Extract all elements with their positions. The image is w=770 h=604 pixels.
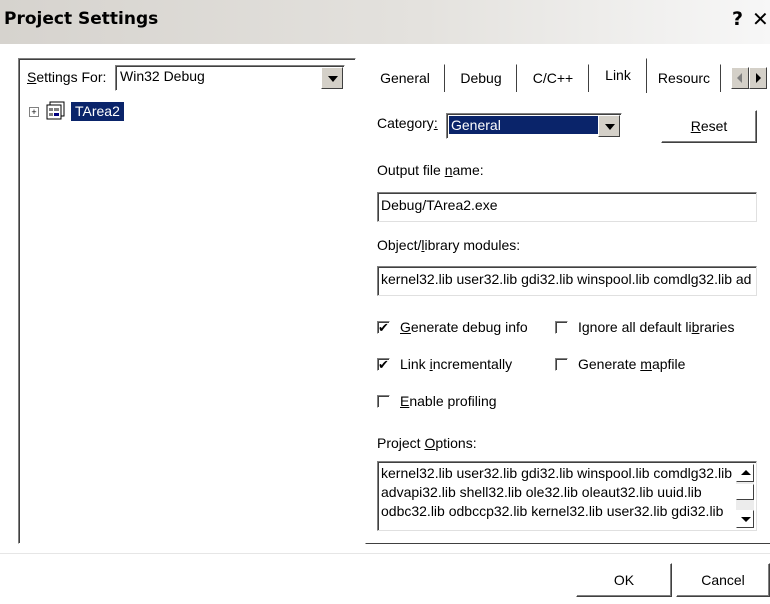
tree-item-tarea2[interactable]: TArea2 (71, 102, 124, 121)
chevron-down-icon[interactable] (321, 67, 343, 89)
tree-expand-button[interactable]: + (29, 107, 39, 117)
scroll-down-icon[interactable] (736, 510, 754, 528)
category-label: Category: (377, 115, 438, 131)
title-bar[interactable]: Project Settings ? ✕ (0, 0, 770, 44)
ok-button[interactable]: OK (576, 563, 672, 597)
enable-profiling-label[interactable]: Enable profiling (400, 393, 497, 409)
project-options-line: kernel32.lib user32.lib gdi32.lib winspo… (381, 465, 732, 481)
tab-resource[interactable]: Resourc (647, 64, 721, 92)
settings-for-label: Settings For: (27, 69, 107, 85)
tab-general[interactable]: General (365, 64, 445, 92)
footer-divider (0, 553, 770, 554)
tab-debug[interactable]: Debug (445, 64, 517, 92)
tab-cpp[interactable]: C/C++ (517, 64, 589, 92)
generate-mapfile-checkbox[interactable] (555, 358, 568, 371)
close-button[interactable]: ✕ (752, 7, 769, 31)
object-library-field[interactable]: kernel32.lib user32.lib gdi32.lib winspo… (377, 266, 757, 296)
tab-link[interactable]: Link (589, 58, 647, 93)
link-settings-panel: Category: General Reset Output file name… (365, 92, 770, 544)
output-file-label: Output file name: (377, 162, 484, 178)
cancel-button[interactable]: Cancel (676, 563, 770, 597)
link-incrementally-label[interactable]: Link incrementally (400, 356, 512, 372)
reset-button[interactable]: Reset (661, 110, 757, 143)
output-file-field[interactable]: Debug/TArea2.exe (377, 192, 757, 222)
enable-profiling-checkbox[interactable] (377, 395, 390, 408)
ignore-default-libraries-checkbox[interactable] (555, 321, 568, 334)
tab-scroll-right-icon[interactable] (749, 67, 767, 89)
project-workspace-icon (46, 101, 65, 120)
project-options-label: Project Options: (377, 435, 477, 451)
tab-resource-label: Resourc (657, 70, 711, 86)
project-options-field[interactable]: kernel32.lib user32.lib gdi32.lib winspo… (377, 461, 757, 531)
tab-general-label: General (380, 70, 430, 86)
category-value: General (449, 116, 607, 134)
ignore-default-libraries-label[interactable]: Ignore all default libraries (578, 319, 734, 335)
tab-link-label: Link (605, 67, 631, 83)
scroll-thumb[interactable] (736, 484, 754, 500)
generate-debug-label[interactable]: Generate debug info (400, 319, 528, 335)
settings-for-dropdown[interactable]: Win32 Debug (115, 65, 345, 91)
category-dropdown[interactable]: General (446, 113, 622, 139)
chevron-down-icon[interactable] (598, 115, 620, 137)
tab-strip: General Debug C/C++ Link Resourc (365, 58, 770, 93)
settings-for-value: Win32 Debug (120, 68, 205, 84)
object-library-label: Object/library modules: (377, 237, 521, 253)
link-incrementally-checkbox[interactable]: ✔ (377, 358, 390, 371)
project-tree[interactable]: + TArea2 (21, 101, 353, 541)
tab-debug-label: Debug (460, 70, 502, 86)
settings-tree-panel: Settings For: Win32 Debug + TArea2 (18, 58, 356, 544)
project-options-line: odbc32.lib odbccp32.lib kernel32.lib use… (381, 503, 724, 519)
project-options-line: advapi32.lib shell32.lib ole32.lib oleau… (381, 484, 702, 500)
tab-cpp-label: C/C++ (532, 70, 574, 86)
generate-debug-checkbox[interactable]: ✔ (377, 321, 390, 334)
window-title: Project Settings (4, 9, 159, 29)
tab-scroll-left-icon[interactable] (731, 67, 749, 89)
scroll-up-icon[interactable] (736, 464, 754, 482)
generate-mapfile-label[interactable]: Generate mapfile (578, 356, 685, 372)
help-button[interactable]: ? (732, 8, 743, 30)
project-options-scrollbar[interactable] (736, 464, 754, 528)
